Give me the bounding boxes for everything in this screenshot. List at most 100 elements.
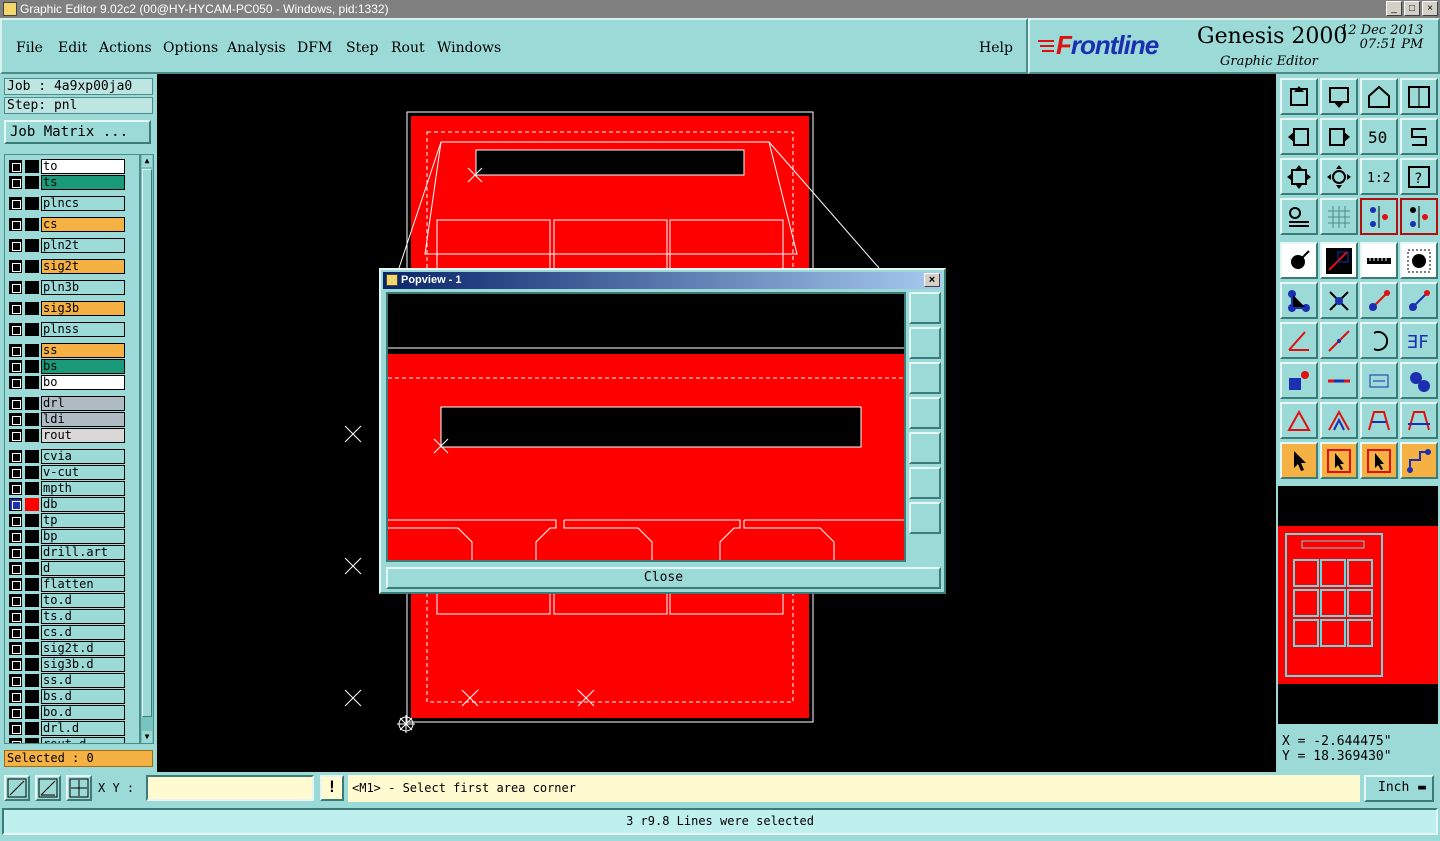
settings-button[interactable]	[1280, 198, 1318, 235]
layer-row[interactable]: db	[7, 496, 127, 512]
popview-close-icon[interactable]: ×	[924, 273, 940, 287]
house-view-button[interactable]	[1360, 78, 1398, 115]
maximize-button[interactable]: □	[1404, 1, 1420, 16]
layer-name[interactable]: to.d	[41, 593, 125, 608]
layer-checkbox[interactable]	[9, 302, 22, 315]
layer-name[interactable]: ss.d	[41, 673, 125, 688]
layer-display-swatch[interactable]	[25, 260, 39, 273]
layer-row[interactable]: cs.d	[7, 624, 127, 640]
layer-display-swatch[interactable]	[25, 218, 39, 231]
layer-display-swatch[interactable]	[25, 642, 39, 655]
cross-button[interactable]	[1320, 282, 1358, 319]
scroll-thumb[interactable]	[142, 169, 152, 717]
layer-checkbox[interactable]	[9, 323, 22, 336]
layer-row[interactable]: sig3b	[7, 300, 127, 316]
layer-display-swatch[interactable]	[25, 690, 39, 703]
layer-checkbox[interactable]	[9, 706, 22, 719]
measure-button[interactable]	[1320, 242, 1358, 279]
unit-selector[interactable]: Inch ▬	[1364, 775, 1434, 802]
layer-display-swatch[interactable]	[25, 450, 39, 463]
layer-checkbox[interactable]	[9, 674, 22, 687]
popview-zoom-out-button[interactable]	[909, 502, 941, 534]
layer-display-swatch[interactable]	[25, 674, 39, 687]
zoom-center-button[interactable]	[1320, 158, 1358, 195]
popview-pan-left-button[interactable]	[909, 397, 941, 429]
layer-row[interactable]: drl	[7, 395, 127, 411]
layer-checkbox[interactable]	[9, 197, 22, 210]
menu-rout[interactable]: Rout	[391, 40, 425, 56]
help-button[interactable]: ?	[1400, 158, 1438, 195]
scroll-down-icon[interactable]: ▼	[142, 731, 152, 743]
layer-display-swatch[interactable]	[25, 546, 39, 559]
layer-checkbox[interactable]	[9, 594, 22, 607]
execute-button[interactable]: !	[320, 775, 344, 801]
dimension-button[interactable]	[1360, 362, 1398, 399]
layer-name[interactable]: bs	[41, 359, 125, 374]
layer-checkbox[interactable]	[9, 450, 22, 463]
layer-display-swatch[interactable]	[25, 482, 39, 495]
layer-row[interactable]: pln2t	[7, 237, 127, 253]
layer-row[interactable]: pln3b	[7, 279, 127, 295]
layer-name[interactable]: sig3b	[41, 301, 125, 316]
layer-row[interactable]: to.d	[7, 592, 127, 608]
layer-row[interactable]: cs	[7, 216, 127, 232]
layer-name[interactable]: ldi	[41, 412, 125, 427]
layer-display-swatch[interactable]	[25, 397, 39, 410]
layer-display-swatch[interactable]	[25, 610, 39, 623]
layer-checkbox[interactable]	[9, 281, 22, 294]
layer-name[interactable]: pln2t	[41, 238, 125, 253]
layer-name[interactable]: cs.d	[41, 625, 125, 640]
pointer-net-button[interactable]	[1400, 442, 1438, 479]
layer-row[interactable]: bo	[7, 374, 127, 390]
layer-row[interactable]: ldi	[7, 411, 127, 427]
layer-name[interactable]: rout	[41, 428, 125, 443]
snake-button[interactable]	[1400, 118, 1438, 155]
layer-display-swatch[interactable]	[25, 738, 39, 743]
menu-analysis[interactable]: Analysis	[227, 40, 286, 56]
layer-name[interactable]: pln3b	[41, 280, 125, 295]
popview-pan-down-button[interactable]	[909, 362, 941, 394]
layer-name[interactable]: mpth	[41, 481, 125, 496]
layer-name[interactable]: drl.d	[41, 721, 125, 736]
menu-help[interactable]: Help	[979, 40, 1013, 56]
layer-row[interactable]: drill.art	[7, 544, 127, 560]
diagonal-button[interactable]	[1320, 322, 1358, 359]
layer-checkbox[interactable]	[9, 626, 22, 639]
layer-name[interactable]: bo.d	[41, 705, 125, 720]
layer-checkbox[interactable]	[9, 738, 22, 743]
mirror-button[interactable]: 50	[1360, 118, 1398, 155]
layer-checkbox[interactable]	[9, 239, 22, 252]
layer-name[interactable]: sig2t.d	[41, 641, 125, 656]
layer-row[interactable]: cvia	[7, 448, 127, 464]
layer-row[interactable]: sig2t.d	[7, 640, 127, 656]
layer-display-swatch[interactable]	[25, 578, 39, 591]
layer-row[interactable]: rout.d	[7, 736, 127, 743]
menu-dfm[interactable]: DFM	[297, 40, 332, 56]
layer-row[interactable]: drl.d	[7, 720, 127, 736]
layer-name[interactable]: ss	[41, 343, 125, 358]
zoom-extent-button[interactable]	[1280, 158, 1318, 195]
scale-1to2-button[interactable]: 1:2	[1360, 158, 1398, 195]
layer-row[interactable]: flatten	[7, 576, 127, 592]
layer-row[interactable]: bs	[7, 358, 127, 374]
layer-checkbox[interactable]	[9, 160, 22, 173]
layer-display-swatch[interactable]	[25, 360, 39, 373]
angle-mode-button[interactable]	[35, 775, 61, 801]
popview-pan-right-button[interactable]	[909, 432, 941, 464]
segment-button[interactable]	[1320, 362, 1358, 399]
pan-down-button[interactable]	[1320, 78, 1358, 115]
popview-zoom-fit-button[interactable]	[909, 292, 941, 324]
layer-name[interactable]: bo	[41, 375, 125, 390]
layer-checkbox[interactable]	[9, 397, 22, 410]
menu-file[interactable]: File	[16, 40, 43, 56]
layer-display-swatch[interactable]	[25, 376, 39, 389]
layer-checkbox[interactable]	[9, 344, 22, 357]
layer-name[interactable]: bp	[41, 529, 125, 544]
layer-name[interactable]: ts	[41, 175, 125, 190]
layer-checkbox[interactable]	[9, 429, 22, 442]
add-feature-button[interactable]	[1280, 242, 1318, 279]
layer-name[interactable]: to	[41, 159, 125, 174]
layer-display-swatch[interactable]	[25, 530, 39, 543]
triangle-filled-button[interactable]	[1320, 402, 1358, 439]
layer-checkbox[interactable]	[9, 610, 22, 623]
